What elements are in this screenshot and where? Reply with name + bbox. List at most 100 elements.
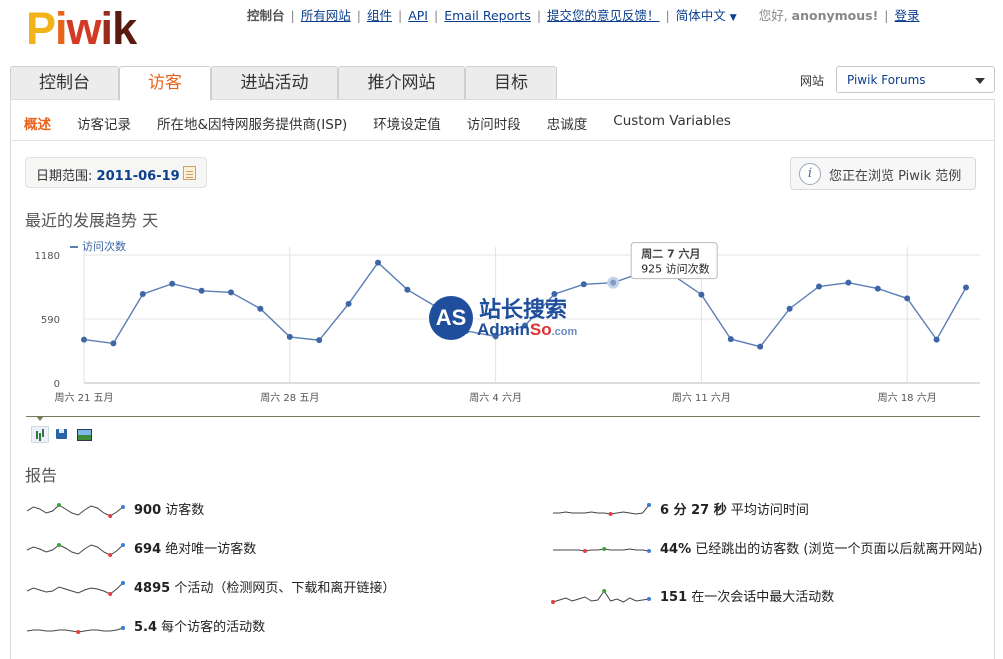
- sparkline-marker: [108, 592, 113, 596]
- sparkline-marker: [583, 549, 587, 553]
- nav-all-sites-link[interactable]: 所有网站: [301, 8, 351, 23]
- sparkline-chart: [26, 543, 125, 557]
- subnav-visitor-log[interactable]: 访客记录: [77, 113, 131, 133]
- logo-letter: k: [112, 3, 137, 54]
- subnav-overview[interactable]: 概述: [24, 113, 51, 133]
- data-point: [169, 280, 176, 287]
- watermark-sub-c: .com: [551, 326, 578, 338]
- sparkline-chart: [553, 547, 651, 553]
- x-tick-label: 周六 11 六月: [672, 392, 731, 404]
- piwik-logo[interactable]: Piwik: [26, 3, 137, 54]
- subnav-locations-provider[interactable]: 所在地&因特网服务提供商(ISP): [157, 113, 347, 133]
- sparkline-label: 在一次会话中最大活动数: [691, 590, 835, 605]
- sparkline-marker: [121, 581, 125, 585]
- data-point: [904, 295, 911, 302]
- subnav-settings[interactable]: 环境设定值: [373, 113, 441, 133]
- sparkline-value: 151: [660, 590, 688, 605]
- site-selector[interactable]: Piwik Forums: [836, 66, 995, 93]
- watermark-subtitle: AdminSo.com: [477, 320, 577, 340]
- login-link[interactable]: 登录: [895, 8, 920, 23]
- sparkline-actions[interactable]: 4895 个活动（检测网页、下载和离开链接）: [25, 579, 445, 599]
- tooltip-value: 925 访问次数: [641, 262, 710, 276]
- date-range-label: 日期范围:: [36, 169, 93, 184]
- sparkline-marker: [57, 543, 61, 547]
- sparkline-marker: [602, 589, 607, 593]
- language-selector[interactable]: 简体中文: [676, 8, 726, 23]
- tooltip-title: 周二 7 六月: [641, 247, 700, 261]
- x-tick-label: 周六 28 五月: [260, 392, 319, 404]
- sparkline-max-actions[interactable]: 151 在一次会话中最大活动数: [551, 588, 991, 608]
- data-point: [404, 286, 411, 293]
- data-point: [963, 284, 969, 291]
- y-tick-label: 1180: [35, 251, 60, 262]
- sparkline-marker: [121, 543, 125, 547]
- watermark-sub-b: So: [529, 320, 552, 339]
- sparkline-marker: [647, 597, 651, 601]
- nav-dashboard-link[interactable]: 控制台: [247, 8, 285, 23]
- nav-widgets-link[interactable]: 组件: [367, 8, 392, 23]
- chevron-down-icon[interactable]: ▼: [730, 13, 737, 23]
- tab-dashboard[interactable]: 控制台: [10, 66, 119, 100]
- data-point: [698, 291, 705, 298]
- sparkline-value: 5.4: [134, 620, 158, 635]
- sparkline-label: 平均访问时间: [730, 503, 809, 518]
- sparkline-value: 694: [134, 542, 162, 557]
- logo-letter: i: [100, 3, 113, 54]
- subnav-engagement[interactable]: 忠诚度: [547, 113, 588, 133]
- nav-email-reports-link[interactable]: Email Reports: [444, 8, 531, 23]
- sparkline-value: 6 分 27 秒: [660, 503, 727, 518]
- evolution-title: 最近的发展趋势 天: [25, 211, 159, 230]
- tab-goals[interactable]: 目标: [465, 66, 557, 100]
- logo-letter: i: [55, 3, 67, 54]
- sparkline-unique-visitors[interactable]: 694 绝对唯一访客数: [25, 540, 445, 560]
- watermark-sub-a: Admin: [477, 320, 530, 339]
- data-point: [757, 343, 764, 350]
- subnav-custom-variables[interactable]: Custom Variables: [613, 113, 731, 133]
- data-point: [228, 289, 234, 296]
- sparkline-bounce-rate[interactable]: 44% 已经跳出的访客数 (浏览一个页面以后就离开网站): [551, 540, 991, 580]
- logo-letter: w: [66, 3, 102, 54]
- sparkline-actions-per-visit[interactable]: 5.4 每个访客的活动数: [25, 618, 445, 638]
- data-point: [786, 305, 793, 312]
- chevron-down-icon: [975, 78, 985, 84]
- demo-notice-text: 您正在浏览 Piwik 范例: [829, 169, 962, 184]
- tab-visitors[interactable]: 访客: [119, 66, 211, 101]
- logo-letter: P: [26, 3, 56, 54]
- chart-footer-line: [26, 416, 980, 417]
- report-title: 报告: [25, 466, 58, 485]
- x-tick-label: 周六 18 六月: [878, 392, 937, 404]
- site-label: 网站: [800, 74, 825, 88]
- sparkline-label: 绝对唯一访客数: [165, 542, 257, 557]
- sparkline-chart: [551, 589, 651, 604]
- x-tick-label: 周六 21 五月: [54, 392, 113, 404]
- nav-api-link[interactable]: API: [408, 8, 428, 23]
- divider: [11, 140, 994, 141]
- chart-footer-marker: [36, 416, 44, 421]
- demo-notice: i 您正在浏览 Piwik 范例: [790, 157, 976, 190]
- tab-actions[interactable]: 进站活动: [211, 66, 338, 100]
- sparkline-marker: [647, 549, 651, 553]
- date-range-selector[interactable]: 日期范围: 2011-06-19: [25, 157, 207, 188]
- sparkline-path: [26, 544, 124, 556]
- sparkline-chart: [26, 503, 125, 518]
- sparkline-marker: [57, 503, 61, 507]
- sparkline-marker: [108, 514, 113, 518]
- subnav-visit-times[interactable]: 访问时段: [467, 113, 521, 133]
- data-point: [198, 287, 205, 294]
- image-export-icon[interactable]: [75, 426, 93, 443]
- sparkline-avg-visit-time[interactable]: 6 分 27 秒 平均访问时间: [551, 501, 991, 521]
- tab-referrers[interactable]: 推介网站: [338, 66, 465, 100]
- sparkline-label: 已经跳出的访客数 (浏览一个页面以后就离开网站): [695, 542, 983, 557]
- bar-chart-icon[interactable]: [31, 426, 49, 443]
- sparkline-visits[interactable]: 900 访客数: [25, 501, 445, 521]
- calendar-icon[interactable]: [183, 166, 196, 180]
- watermark-logo: AS: [429, 296, 473, 340]
- nav-feedback-link[interactable]: 提交您的意见反馈！: [547, 8, 660, 23]
- chart-toolbar: [31, 426, 97, 443]
- sparkline-path: [552, 590, 650, 603]
- save-icon[interactable]: [53, 426, 71, 443]
- y-tick-label: 590: [41, 315, 60, 326]
- data-point: [81, 336, 87, 343]
- info-icon: i: [799, 163, 821, 185]
- data-point: [375, 259, 381, 266]
